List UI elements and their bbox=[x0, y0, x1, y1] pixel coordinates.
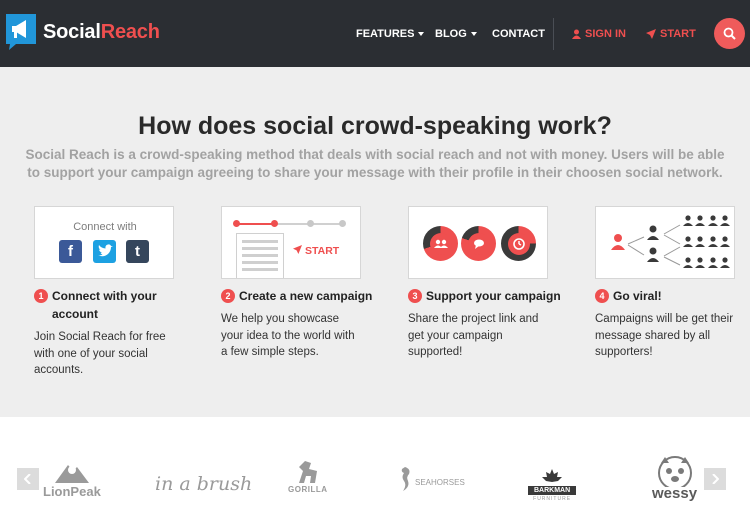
create-campaign-illustration: START bbox=[221, 206, 361, 279]
logo-in-a-brush: in a brush bbox=[155, 473, 252, 495]
search-button[interactable] bbox=[714, 18, 745, 49]
chevron-right-icon bbox=[712, 474, 719, 484]
section-title: How does social crowd-speaking work? bbox=[138, 112, 612, 140]
chevron-down-icon bbox=[470, 31, 477, 36]
paper-plane-icon bbox=[293, 245, 302, 254]
nav-features[interactable]: FEATURES bbox=[356, 0, 425, 67]
logo-seahorses-text: SEAHORSES bbox=[415, 478, 465, 487]
logo-lionpeak: LionPeak bbox=[43, 461, 101, 499]
nav-contact[interactable]: CONTACT bbox=[492, 0, 545, 67]
chevron-down-icon bbox=[418, 31, 425, 36]
start-mini-button: START bbox=[293, 245, 339, 257]
nav-divider bbox=[553, 18, 554, 50]
connect-illustration: Connect with f t bbox=[34, 206, 174, 279]
step-title: Go viral! bbox=[613, 289, 662, 303]
step-description: Share the project link and get your camp… bbox=[408, 313, 539, 358]
logo-gorilla: GORILLA bbox=[288, 457, 328, 494]
nav-start[interactable]: START bbox=[646, 0, 696, 67]
partner-logos-carousel: LionPeak in a brush GORILLA SEAHORSES BA… bbox=[0, 417, 750, 523]
how-it-works-section: How does social crowd-speaking work? Soc… bbox=[0, 67, 750, 417]
step-description: Join Social Reach for free with one of y… bbox=[34, 331, 166, 376]
connect-with-label: Connect with bbox=[73, 221, 137, 233]
twitter-icon[interactable] bbox=[93, 240, 116, 263]
progress-dot bbox=[339, 220, 346, 227]
maple-leaf-icon bbox=[542, 469, 563, 482]
logo-in-a-brush-text: in a brush bbox=[155, 473, 253, 495]
logo-gorilla-text: GORILLA bbox=[288, 485, 328, 494]
tumblr-icon[interactable]: t bbox=[126, 240, 149, 263]
form-document-icon bbox=[236, 233, 284, 278]
nav-start-label: START bbox=[660, 27, 696, 40]
logo-barkman-text: BARKMAN bbox=[528, 486, 577, 495]
paper-plane-icon bbox=[646, 28, 656, 39]
step-2: START 2 Create a new campaign We help yo… bbox=[221, 206, 381, 361]
support-ring bbox=[423, 226, 458, 261]
step-number-badge: 1 bbox=[34, 289, 48, 303]
go-viral-illustration bbox=[595, 206, 735, 279]
brand-logo[interactable]: SocialReach bbox=[6, 14, 160, 50]
share-ring bbox=[461, 226, 496, 261]
users-icon bbox=[429, 232, 452, 255]
logo-barkman-subtext: FURNITURE bbox=[533, 496, 572, 502]
logo-wessy: wessy bbox=[652, 455, 697, 502]
step-number-badge: 2 bbox=[221, 289, 235, 303]
gorilla-icon bbox=[298, 461, 317, 483]
seahorse-icon bbox=[401, 467, 410, 491]
step-title: Support your campaign bbox=[426, 289, 561, 303]
top-navbar: SocialReach FEATURES BLOG CONTACT SIGN I… bbox=[0, 0, 750, 67]
nav-sign-in-label: SIGN IN bbox=[585, 27, 626, 40]
step-number-badge: 4 bbox=[595, 289, 609, 303]
facebook-icon[interactable]: f bbox=[59, 240, 82, 263]
clock-icon bbox=[507, 232, 530, 255]
nav-contact-label: CONTACT bbox=[492, 27, 545, 40]
nav-blog-label: BLOG bbox=[435, 27, 467, 40]
user-icon bbox=[572, 29, 581, 39]
progress-dot bbox=[307, 220, 314, 227]
logo-seahorses: SEAHORSES bbox=[398, 467, 465, 491]
step-1: Connect with f t 1 Connect with your acc… bbox=[34, 206, 194, 379]
carousel-prev-button[interactable] bbox=[17, 468, 39, 490]
progress-line-done bbox=[236, 223, 274, 225]
step-3: 3 Support your campaign Share the projec… bbox=[408, 206, 568, 361]
brand-name-part2: Reach bbox=[100, 20, 160, 43]
time-ring bbox=[501, 226, 536, 261]
step-description: We help you showcase your idea to the wo… bbox=[221, 313, 355, 358]
support-campaign-illustration bbox=[408, 206, 548, 279]
lion-mountain-icon bbox=[54, 465, 89, 483]
start-mini-label: START bbox=[305, 245, 340, 257]
dog-face-icon bbox=[657, 456, 692, 487]
logo-wessy-text: wessy bbox=[652, 485, 698, 502]
megaphone-logo-icon bbox=[6, 14, 36, 50]
step-number-badge: 3 bbox=[408, 289, 422, 303]
section-subtitle: Social Reach is a crowd-speaking method … bbox=[25, 147, 725, 180]
carousel-next-button[interactable] bbox=[704, 468, 726, 490]
brand-name-part1: Social bbox=[43, 20, 101, 43]
step-title: Connect with your account bbox=[52, 289, 157, 321]
search-icon bbox=[723, 27, 736, 40]
nav-sign-in[interactable]: SIGN IN bbox=[572, 0, 626, 67]
step-description: Campaigns will be get their message shar… bbox=[595, 313, 734, 358]
viral-network-icon bbox=[611, 215, 730, 268]
logo-barkman: BARKMAN FURNITURE bbox=[528, 469, 577, 502]
chat-icon bbox=[467, 232, 490, 255]
logo-lionpeak-text: LionPeak bbox=[43, 484, 101, 499]
progress-dot bbox=[271, 220, 278, 227]
chevron-left-icon bbox=[24, 474, 31, 484]
step-title: Create a new campaign bbox=[239, 289, 373, 303]
step-4: 4 Go viral! Campaigns will be get their … bbox=[595, 206, 750, 361]
nav-blog[interactable]: BLOG bbox=[435, 0, 477, 67]
nav-features-label: FEATURES bbox=[356, 27, 415, 40]
progress-dot bbox=[233, 220, 240, 227]
